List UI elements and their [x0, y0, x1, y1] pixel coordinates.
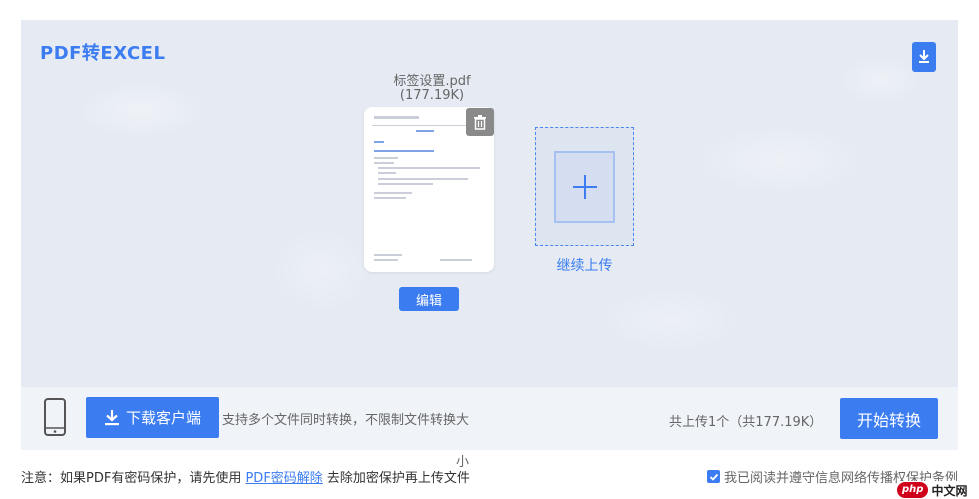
doc-line — [378, 167, 480, 169]
download-icon[interactable] — [912, 42, 936, 72]
doc-line — [440, 259, 472, 261]
file-name: 标签设置.pdf — [393, 74, 471, 89]
doc-line — [374, 259, 398, 261]
doc-line — [374, 197, 406, 199]
support-text: 支持多个文件同时转换，不限制文件转换大 — [222, 413, 470, 428]
doc-line — [416, 130, 434, 132]
phone-icon — [44, 398, 66, 436]
doc-line — [374, 157, 398, 159]
doc-line — [378, 183, 433, 185]
download-icon — [104, 410, 119, 426]
start-convert-button[interactable]: 开始转换 — [840, 398, 938, 439]
action-bar: 下载客户端 支持多个文件同时转换，不限制文件转换大 小 共上传1个（共177.1… — [21, 387, 958, 470]
agreement-checkbox[interactable] — [707, 470, 720, 483]
password-notice: 注意：如果PDF有密码保护，请先使用 PDF密码解除 去除加密保护再上传文件 — [21, 467, 470, 486]
doc-line — [374, 116, 419, 119]
add-file-dropzone[interactable] — [535, 127, 634, 246]
doc-line — [374, 141, 384, 143]
notice-prefix: 注意：如果PDF有密码保护，请先使用 — [21, 471, 246, 486]
edit-button[interactable]: 编辑 — [399, 287, 459, 311]
watermark-php: php — [897, 482, 929, 498]
download-client-button[interactable]: 下载客户端 — [86, 397, 219, 438]
upload-count: 共上传1个（共177.19K） — [669, 415, 823, 430]
watermark-cn: 中文网 — [931, 483, 968, 498]
file-size: (177.19K) — [399, 88, 465, 103]
site-watermark: php 中文网 — [897, 481, 979, 499]
plus-icon — [572, 175, 597, 199]
doc-line — [378, 178, 468, 180]
add-file-button[interactable] — [554, 151, 615, 223]
continue-upload-label[interactable]: 继续上传 — [535, 255, 634, 275]
delete-file-button[interactable] — [466, 108, 494, 136]
doc-line — [374, 254, 402, 256]
trash-icon — [474, 114, 486, 130]
doc-line — [374, 192, 412, 194]
check-icon — [709, 473, 718, 481]
download-client-label: 下载客户端 — [125, 410, 201, 427]
page-title: PDF转EXCEL — [40, 43, 166, 64]
doc-line — [374, 162, 394, 164]
pdf-password-remove-link[interactable]: PDF密码解除 — [245, 471, 322, 486]
doc-line — [378, 172, 396, 174]
doc-line — [374, 150, 434, 152]
notice-suffix: 去除加密保护再上传文件 — [322, 471, 470, 486]
